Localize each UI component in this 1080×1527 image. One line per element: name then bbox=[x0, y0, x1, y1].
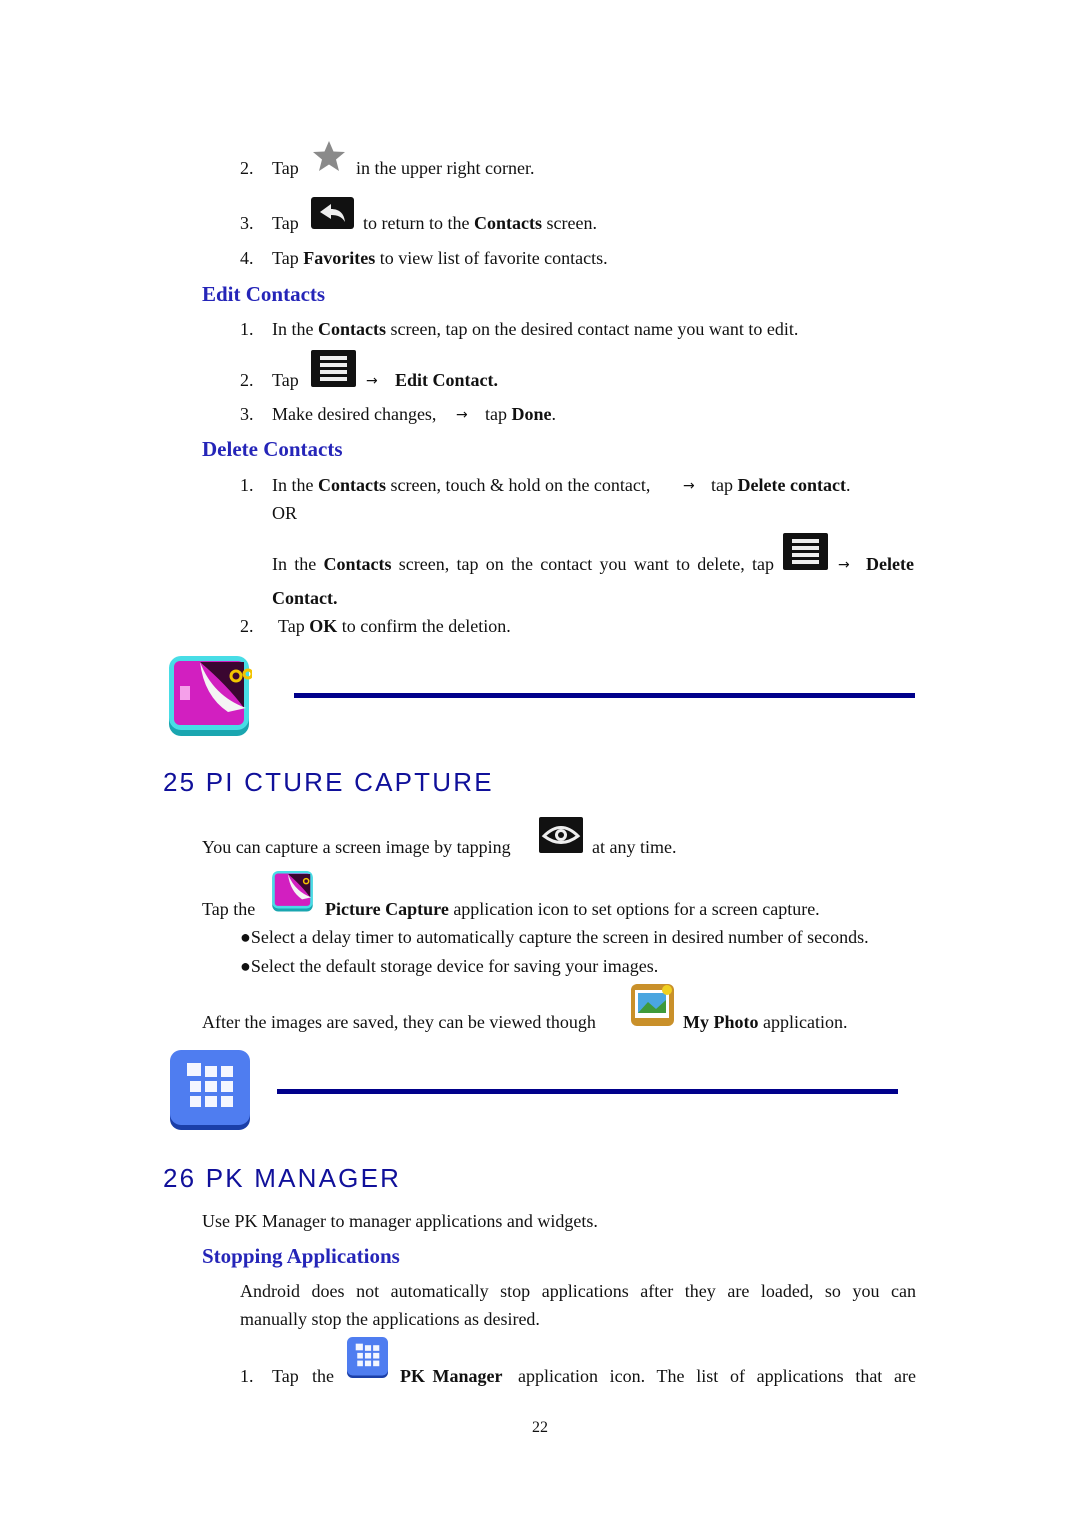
bold-text: Picture Capture bbox=[325, 899, 449, 919]
text: screen, touch & hold on the contact, bbox=[385, 475, 651, 495]
bold-text: OK bbox=[309, 616, 338, 636]
eye-capture-icon bbox=[539, 817, 583, 853]
step-number: 2. bbox=[240, 158, 254, 178]
stopping-applications-heading: Stopping Applications bbox=[202, 1244, 400, 1268]
paragraph-text: manually stop the applications as desire… bbox=[240, 1309, 540, 1329]
page-number: 22 bbox=[532, 1419, 548, 1436]
step-number: 1. bbox=[240, 1366, 254, 1386]
bold-text: Contacts bbox=[317, 319, 386, 339]
delete-contacts-heading: Delete Contacts bbox=[202, 437, 343, 461]
step-text: Tap bbox=[272, 370, 299, 390]
step-text: tap Done. bbox=[485, 404, 556, 424]
step-number: 3. bbox=[240, 213, 254, 233]
step-text: Make desired changes, bbox=[272, 404, 437, 424]
pk-manager-title: 26 PK MANAGER bbox=[163, 1163, 402, 1193]
text: to confirm the deletion. bbox=[337, 616, 511, 636]
star-icon bbox=[313, 141, 345, 171]
step-number: 1. bbox=[240, 319, 254, 339]
bold-text: Done bbox=[511, 404, 552, 424]
picture-capture-app-icon bbox=[169, 656, 252, 736]
bold-text: Favorites bbox=[303, 248, 376, 268]
back-arrow-icon bbox=[311, 197, 354, 229]
paragraph-text: Use PK Manager to manager applications a… bbox=[202, 1211, 598, 1231]
text: screen, tap on the contact you want to d… bbox=[391, 554, 774, 574]
step-text: In the Contacts screen, tap on the desir… bbox=[272, 319, 798, 339]
text: Tap bbox=[278, 616, 310, 636]
pk-manager-app-icon-small bbox=[347, 1337, 388, 1378]
text: to view list of favorite contacts. bbox=[375, 248, 608, 268]
bold-text: Delete bbox=[866, 554, 914, 574]
paragraph-text: Android does not automatically stop appl… bbox=[240, 1281, 916, 1301]
bullet-item: ●Select the default storage device for s… bbox=[240, 956, 659, 976]
step-text: In the Contacts screen, touch & hold on … bbox=[272, 475, 650, 495]
step-text: application icon. The list of applicatio… bbox=[518, 1366, 916, 1386]
step-text: In the Contacts screen, tap on the conta… bbox=[272, 554, 774, 574]
my-photo-app-icon bbox=[631, 984, 674, 1026]
step-number: 2. bbox=[240, 616, 254, 636]
bold-text: My Photo bbox=[683, 1012, 759, 1032]
text: application. bbox=[758, 1012, 848, 1032]
bullet-item: ●Select a delay timer to automatically c… bbox=[240, 927, 869, 947]
arrow-icon: → bbox=[456, 407, 468, 423]
text: tap bbox=[485, 404, 512, 424]
text: application icon to set options for a sc… bbox=[448, 899, 820, 919]
arrow-icon: → bbox=[683, 478, 695, 494]
picture-capture-app-icon-small bbox=[272, 871, 313, 912]
text: screen, tap on the desired contact name … bbox=[385, 319, 799, 339]
text: In the bbox=[272, 319, 318, 339]
step-text: Contact. bbox=[272, 588, 338, 608]
menu-icon bbox=[783, 533, 828, 570]
text: tap bbox=[711, 475, 738, 495]
menu-icon bbox=[311, 350, 356, 387]
or-text: OR bbox=[272, 503, 298, 523]
bold-text: Contacts bbox=[473, 213, 542, 233]
step-number: 3. bbox=[240, 404, 254, 424]
step-number: 2. bbox=[240, 370, 254, 390]
section-divider bbox=[277, 1089, 898, 1094]
step-item: 2. bbox=[240, 158, 254, 178]
document-page: 2. Tap in the upper right corner. 3. Tap… bbox=[0, 0, 1080, 1527]
bold-text: Contact. bbox=[272, 588, 338, 608]
pk-manager-app-icon bbox=[170, 1050, 250, 1130]
step-text: Tap bbox=[272, 158, 299, 178]
edit-contacts-heading: Edit Contacts bbox=[202, 282, 326, 306]
bold-text: PK Manager bbox=[400, 1366, 503, 1386]
paragraph-text: Picture Capture application icon to set … bbox=[325, 899, 820, 919]
step-text: Tap bbox=[272, 213, 299, 233]
arrow-icon: → bbox=[366, 373, 378, 389]
paragraph-text: My Photo application. bbox=[683, 1012, 847, 1032]
bold-text: Contacts bbox=[317, 475, 386, 495]
step-text: to return to the Contacts screen. bbox=[363, 213, 597, 233]
text: to return to the bbox=[363, 213, 474, 233]
step-text: Tap the bbox=[272, 1366, 334, 1386]
text: Tap bbox=[272, 248, 304, 268]
step-text: PK Manager bbox=[400, 1366, 502, 1386]
step-number: 4. bbox=[240, 248, 254, 268]
text: . bbox=[845, 475, 851, 495]
paragraph-text: at any time. bbox=[592, 837, 677, 857]
section-divider bbox=[294, 693, 915, 698]
step-text: Delete bbox=[866, 554, 914, 574]
step-text: Tap OK to confirm the deletion. bbox=[278, 616, 511, 636]
bold-text: Contacts bbox=[323, 554, 392, 574]
paragraph-text: You can capture a screen image by tappin… bbox=[202, 837, 511, 857]
picture-capture-title: 25 PI CTURE CAPTURE bbox=[163, 767, 494, 797]
text: screen. bbox=[541, 213, 597, 233]
paragraph-text: Tap the bbox=[202, 899, 256, 919]
arrow-icon: → bbox=[838, 557, 850, 573]
step-text: Edit Contact. bbox=[395, 370, 498, 390]
text: In the bbox=[272, 554, 324, 574]
bold-text: Edit Contact. bbox=[395, 370, 498, 390]
step-text: Tap Favorites to view list of favorite c… bbox=[272, 248, 608, 268]
step-text: in the upper right corner. bbox=[356, 158, 535, 178]
paragraph-text: After the images are saved, they can be … bbox=[202, 1012, 596, 1032]
text: In the bbox=[272, 475, 318, 495]
text: . bbox=[551, 404, 557, 424]
step-text: tap Delete contact. bbox=[711, 475, 850, 495]
step-number: 1. bbox=[240, 475, 254, 495]
bold-text: Delete contact bbox=[737, 475, 846, 495]
